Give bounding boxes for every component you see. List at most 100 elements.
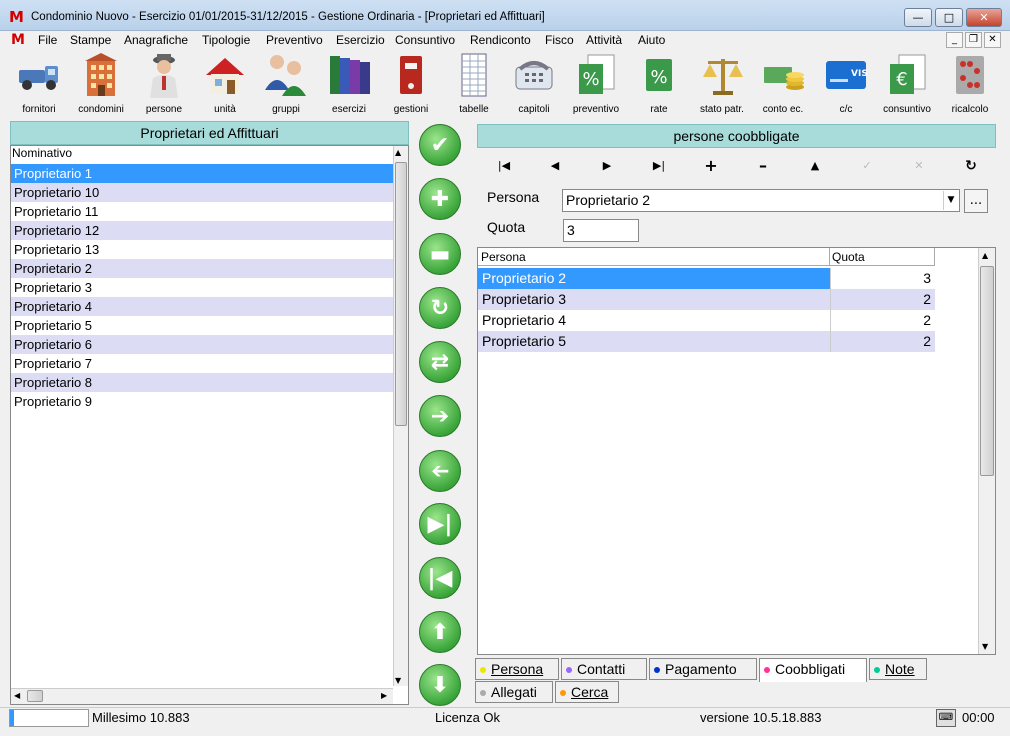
list-item[interactable]: Proprietario 10: [11, 183, 393, 202]
list-item[interactable]: Proprietario 11: [11, 202, 393, 221]
toolbar-esercizi[interactable]: esercizi: [324, 51, 374, 119]
list-item[interactable]: Proprietario 3: [11, 278, 393, 297]
toolbar-consuntivo[interactable]: € consuntivo: [878, 51, 936, 119]
grid-cell-quota[interactable]: 2: [830, 289, 935, 310]
chevron-down-icon[interactable]: ▼: [943, 191, 958, 210]
list-item[interactable]: Proprietario 1: [11, 164, 393, 183]
list-item[interactable]: Proprietario 8: [11, 373, 393, 392]
grid-cell-persona[interactable]: Proprietario 3: [478, 289, 830, 310]
next-button[interactable]: ➔: [419, 395, 461, 437]
menu-consuntivo[interactable]: Consuntivo: [395, 33, 455, 47]
grid-header-quota[interactable]: Quota: [830, 248, 935, 266]
sync-button[interactable]: ⇄: [419, 341, 461, 383]
list-item[interactable]: Proprietario 6: [11, 335, 393, 354]
scroll-down-icon[interactable]: ▼: [395, 676, 401, 685]
scroll-up-icon[interactable]: ▲: [395, 148, 401, 157]
toolbar-ricalcolo[interactable]: ricalcolo: [944, 51, 996, 119]
menu-fisco[interactable]: Fisco: [545, 33, 574, 47]
close-button[interactable]: ✕: [966, 8, 1002, 27]
list-item[interactable]: Proprietario 12: [11, 221, 393, 240]
toolbar-gruppi[interactable]: gruppi: [263, 51, 309, 119]
nav-last-icon[interactable]: ▶|: [647, 157, 671, 175]
move-up-button[interactable]: ⬆: [419, 611, 461, 653]
grid-scroll-up-icon[interactable]: ▲: [982, 251, 988, 260]
persona-dropdown[interactable]: Proprietario 2: [562, 189, 960, 212]
scroll-right-icon[interactable]: ▶: [381, 691, 387, 700]
menu-stampe[interactable]: Stampe: [70, 33, 111, 47]
remove-button[interactable]: ▬: [419, 233, 461, 275]
grid-cell-persona[interactable]: Proprietario 4: [478, 310, 830, 331]
grid-scroll-thumb[interactable]: [980, 266, 994, 476]
last-button[interactable]: ▶|: [419, 503, 461, 545]
mdi-minimize-button[interactable]: _: [946, 32, 963, 48]
nav-first-icon[interactable]: |◀: [492, 157, 516, 175]
toolbar-tabelle[interactable]: tabelle: [451, 51, 497, 119]
tab-contatti[interactable]: Contatti: [561, 658, 647, 680]
mdi-close-button[interactable]: ✕: [984, 32, 1001, 48]
toolbar-gestioni[interactable]: gestioni: [388, 51, 434, 119]
add-button[interactable]: ✚: [419, 178, 461, 220]
menu-preventivo[interactable]: Preventivo: [266, 33, 323, 47]
maximize-button[interactable]: □: [935, 8, 963, 27]
grid-cell-quota[interactable]: 3: [830, 268, 935, 289]
nav-edit-icon[interactable]: ▲: [803, 157, 827, 175]
toolbar-rate[interactable]: % rate: [636, 51, 682, 119]
toolbar-stato-patr[interactable]: stato patr.: [693, 51, 751, 119]
grid-header-persona[interactable]: Persona: [478, 248, 830, 266]
minimize-button[interactable]: —: [904, 8, 932, 27]
grid-cell-persona[interactable]: Proprietario 5: [478, 331, 830, 352]
toolbar-persone[interactable]: persone: [141, 51, 187, 119]
nav-prior-icon[interactable]: ◀: [543, 157, 567, 175]
list-item[interactable]: Proprietario 2: [11, 259, 393, 278]
menu-attivita[interactable]: Attività: [586, 33, 622, 47]
list-item[interactable]: Proprietario 5: [11, 316, 393, 335]
nav-post-icon[interactable]: ✓: [855, 157, 879, 175]
nav-delete-icon[interactable]: –: [751, 157, 775, 175]
confirm-button[interactable]: ✔: [419, 124, 461, 166]
first-button[interactable]: |◀: [419, 557, 461, 599]
tab-pagamento[interactable]: Pagamento: [649, 658, 757, 680]
menu-anagrafiche[interactable]: Anagrafiche: [124, 33, 188, 47]
tab-persona[interactable]: Persona: [475, 658, 559, 680]
toolbar-cc[interactable]: VISA c/c: [822, 51, 870, 119]
toolbar-fornitori[interactable]: fornitori: [15, 51, 63, 119]
left-scroll-thumb[interactable]: [395, 162, 407, 426]
nav-next-icon[interactable]: ▶: [595, 157, 619, 175]
tab-cerca[interactable]: Cerca: [555, 681, 619, 703]
mdi-restore-button[interactable]: ❐: [965, 32, 982, 48]
grid-scroll-down-icon[interactable]: ▼: [982, 642, 988, 651]
grid-cell-persona[interactable]: Proprietario 2: [478, 268, 830, 289]
toolbar-unita[interactable]: unità: [202, 51, 248, 119]
menu-esercizio[interactable]: Esercizio: [336, 33, 385, 47]
previous-button[interactable]: ➔: [419, 450, 461, 492]
menu-file[interactable]: File: [38, 33, 57, 47]
column-header-nominativo[interactable]: Nominativo: [12, 146, 72, 160]
tab-coobbligati[interactable]: Coobbligati: [759, 658, 867, 682]
nav-insert-icon[interactable]: +: [699, 157, 723, 175]
list-item[interactable]: Proprietario 13: [11, 240, 393, 259]
scroll-left-icon[interactable]: ◀: [14, 691, 20, 700]
move-down-button[interactable]: ⬇: [419, 664, 461, 706]
browse-button[interactable]: ...: [964, 189, 988, 213]
list-item[interactable]: Proprietario 9: [11, 392, 393, 411]
refresh-button[interactable]: ↻: [419, 287, 461, 329]
keyboard-icon[interactable]: ⌨: [936, 709, 956, 727]
grid-cell-quota[interactable]: 2: [830, 331, 935, 352]
list-item[interactable]: Proprietario 7: [11, 354, 393, 373]
left-hscroll-thumb[interactable]: [27, 690, 43, 702]
menu-rendiconto[interactable]: Rendiconto: [470, 33, 531, 47]
toolbar-preventivo[interactable]: % preventivo: [568, 51, 624, 119]
toolbar-conto-ec[interactable]: conto ec.: [758, 51, 808, 119]
nav-cancel-icon[interactable]: ✕: [907, 157, 931, 175]
toolbar-condomini[interactable]: condomini: [75, 51, 127, 119]
menu-aiuto[interactable]: Aiuto: [638, 33, 665, 47]
list-item[interactable]: Proprietario 4: [11, 297, 393, 316]
grid-cell-quota[interactable]: 2: [830, 310, 935, 331]
quota-field[interactable]: 3: [563, 219, 639, 242]
nav-refresh-icon[interactable]: ↻: [959, 157, 983, 175]
toolbar-capitoli[interactable]: capitoli: [511, 51, 557, 119]
tab-allegati[interactable]: Allegati: [475, 681, 553, 703]
menu-tipologie[interactable]: Tipologie: [202, 33, 250, 47]
tab-note[interactable]: Note: [869, 658, 927, 680]
left-horizontal-scrollbar[interactable]: [11, 688, 393, 704]
